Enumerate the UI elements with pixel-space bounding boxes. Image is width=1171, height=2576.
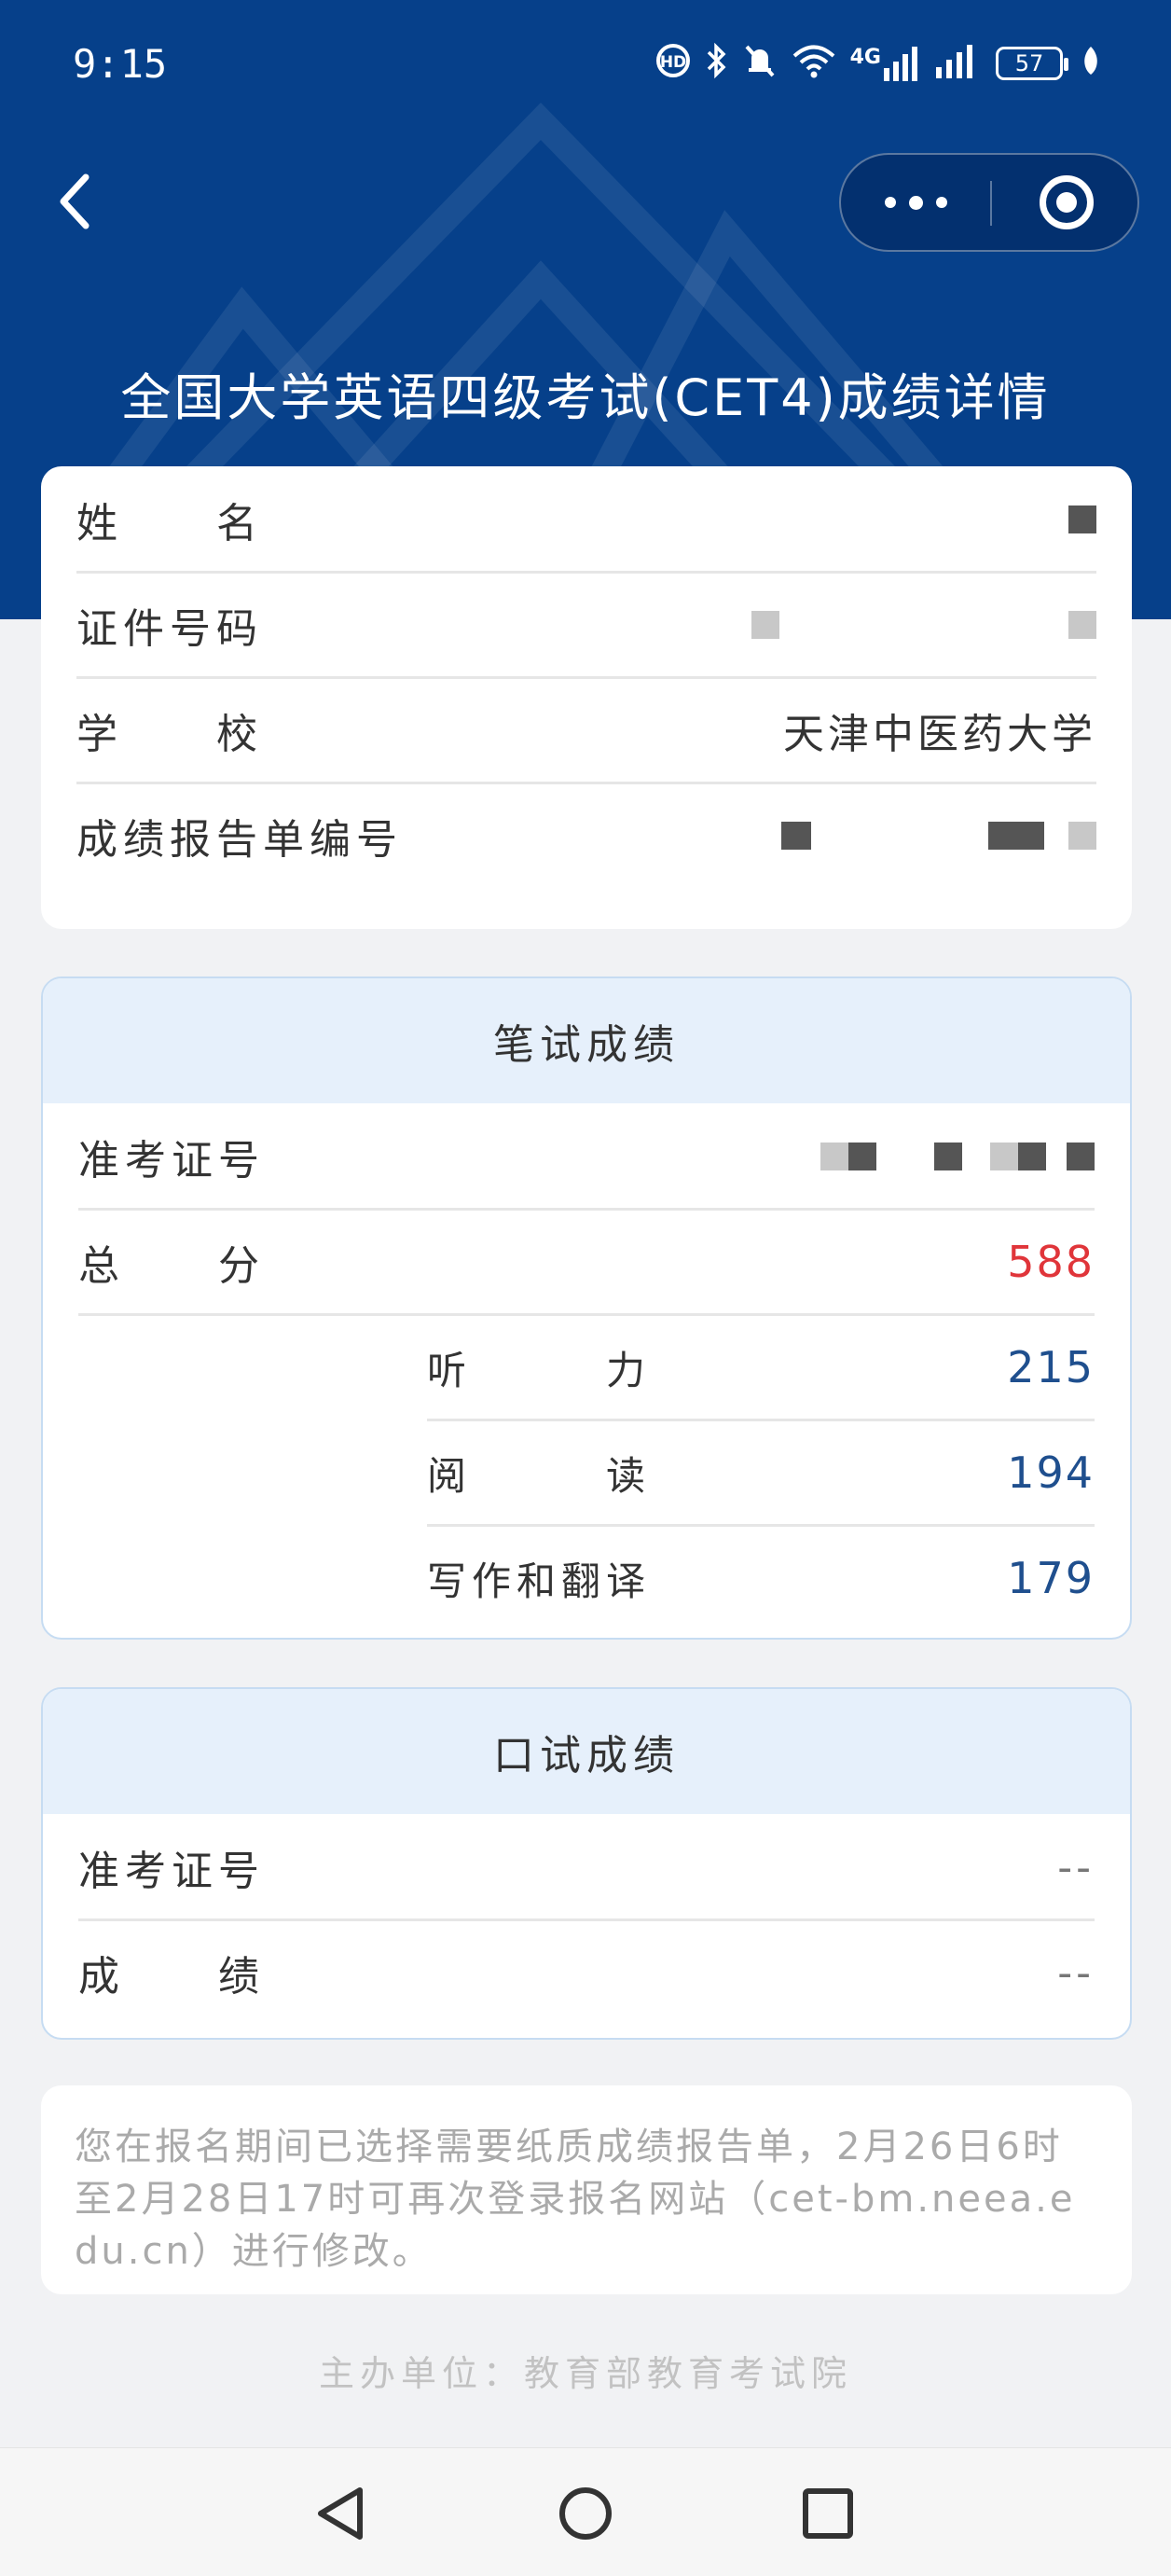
miniprogram-capsule	[839, 153, 1139, 252]
ticket-label: 准考证号	[78, 1137, 265, 1184]
written-score-card: 笔试成绩 准考证号 总 分 588 听 力 215 阅 读 194 写作和翻译 …	[41, 976, 1132, 1640]
signal-4g-icon: 4G	[850, 46, 923, 81]
subscore-value: 194	[1007, 1447, 1095, 1498]
leaf-icon	[1081, 45, 1100, 82]
more-button[interactable]	[841, 155, 990, 250]
oral-score-label: 成 绩	[78, 1953, 265, 2001]
nav-home-button[interactable]	[548, 2476, 623, 2551]
mute-icon	[742, 42, 778, 85]
system-nav-bar	[0, 2447, 1171, 2576]
oral-ticket-value: --	[1057, 1843, 1095, 1891]
recents-square-icon	[803, 2488, 853, 2539]
target-circle-icon	[1040, 175, 1094, 229]
info-row-id-number: 证件号码	[76, 574, 1096, 679]
personal-info-card: 姓 名 证件号码 学 校 天津中医药大学 成绩报告单编号	[41, 466, 1132, 929]
oral-score-card: 口试成绩 准考证号 -- 成 绩 --	[41, 1687, 1132, 2040]
home-circle-icon	[559, 2487, 612, 2540]
info-label: 学 校	[76, 711, 263, 758]
info-row-school: 学 校 天津中医药大学	[76, 679, 1096, 784]
oral-score-value: --	[1057, 1948, 1095, 1997]
more-dots-icon	[884, 195, 947, 210]
total-label: 总 分	[78, 1242, 265, 1290]
status-icons: HD 4G 57	[654, 39, 1100, 88]
written-ticket-row: 准考证号	[78, 1105, 1095, 1211]
chevron-left-icon	[60, 173, 90, 229]
subscore-label: 写作和翻译	[427, 1558, 652, 1604]
info-row-report-number: 成绩报告单编号	[76, 784, 1096, 887]
redacted-value	[751, 611, 1096, 639]
info-label: 姓 名	[76, 500, 263, 547]
page-title: 全国大学英语四级考试(CET4)成绩详情	[120, 368, 1051, 427]
info-row-name: 姓 名	[76, 468, 1096, 574]
ticket-label: 准考证号	[78, 1848, 265, 1895]
nav-back-button[interactable]	[304, 2476, 379, 2551]
oral-score-heading: 口试成绩	[43, 1689, 1130, 1814]
total-score: 588	[1007, 1237, 1095, 1287]
paper-report-notice: 您在报名期间已选择需要纸质成绩报告单，2月26日6时至2月28日17时可再次登录…	[41, 2085, 1132, 2294]
oral-score-row: 成 绩 --	[78, 1921, 1095, 2024]
written-score-heading: 笔试成绩	[43, 978, 1130, 1103]
signal-icon	[936, 43, 983, 84]
subscore-value: 215	[1007, 1342, 1095, 1392]
subscore-row-listening: 听 力 215	[427, 1316, 1095, 1421]
back-button[interactable]	[48, 168, 101, 235]
back-triangle-icon	[318, 2487, 363, 2540]
subscore-label: 阅 读	[427, 1452, 652, 1499]
subscore-value: 179	[1007, 1553, 1095, 1603]
info-label: 成绩报告单编号	[76, 816, 403, 864]
wifi-icon	[791, 42, 837, 85]
organizer-footer: 主办单位：教育部教育考试院	[318, 2353, 852, 2394]
status-time: 9:15	[73, 41, 168, 87]
redacted-value	[781, 822, 1096, 850]
subscore-row-writing: 写作和翻译 179	[427, 1527, 1095, 1629]
info-label: 证件号码	[76, 605, 263, 653]
redacted-value	[820, 1143, 1095, 1170]
svg-text:HD: HD	[659, 53, 685, 72]
oral-ticket-row: 准考证号 --	[78, 1816, 1095, 1921]
subscore-label: 听 力	[427, 1347, 652, 1393]
redacted-value	[1068, 506, 1096, 533]
school-name: 天津中医药大学	[783, 711, 1096, 758]
bluetooth-icon	[705, 42, 729, 85]
subscore-row-reading: 阅 读 194	[427, 1421, 1095, 1527]
nav-recents-button[interactable]	[791, 2476, 865, 2551]
written-total-row: 总 分 588	[78, 1211, 1095, 1316]
battery-icon: 57	[996, 47, 1068, 80]
hd-call-icon: HD	[654, 42, 692, 85]
close-button[interactable]	[992, 155, 1141, 250]
